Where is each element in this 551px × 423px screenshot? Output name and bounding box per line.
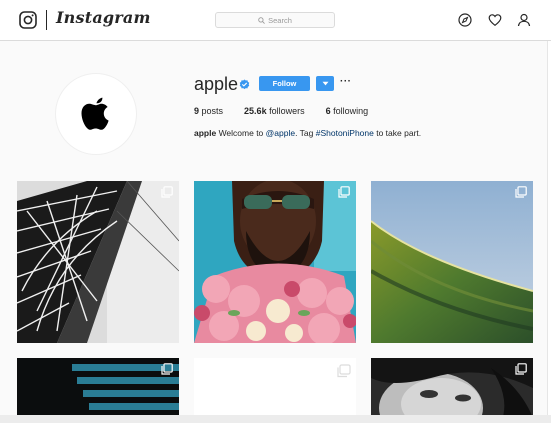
followers-label: followers [269, 106, 305, 116]
ocean-wave-photo [371, 181, 533, 343]
instagram-wordmark[interactable]: Instagram [56, 8, 151, 27]
search-icon [258, 16, 265, 24]
logo-divider [46, 10, 47, 30]
profile-bio: apple Welcome to @apple. Tag #ShotoniPho… [194, 128, 421, 138]
bio-text-after: to take part. [373, 128, 422, 138]
bio-name: apple [194, 128, 217, 138]
caret-down-icon [322, 81, 328, 86]
followers-count: 25.6k [244, 106, 267, 116]
eiffel-tower-photo [17, 181, 179, 343]
dark-stripes-photo [17, 358, 179, 423]
follow-options-button[interactable] [316, 76, 334, 91]
bio-text-mid: . Tag [295, 128, 316, 138]
post-tile-ocean-wave[interactable] [371, 181, 533, 343]
profile-stats: 9 posts 25.6k followers 6 following [194, 106, 389, 116]
posts-count: 9 [194, 106, 200, 116]
user-icon[interactable] [517, 13, 531, 27]
post-tile-eiffel-tower[interactable] [17, 181, 179, 343]
profile-avatar[interactable] [55, 73, 137, 155]
followers-stat[interactable]: 25.6k followers [244, 106, 305, 116]
multiple-photos-icon [338, 186, 350, 198]
heart-icon[interactable] [488, 13, 502, 27]
post-tile-white[interactable] [194, 358, 356, 423]
compass-icon[interactable] [458, 13, 472, 27]
man-with-roses-photo [194, 181, 356, 343]
post-tile-man-with-roses[interactable] [194, 181, 356, 343]
instagram-glyph-icon[interactable] [19, 11, 37, 29]
bio-hashtag-link[interactable]: #ShotoniPhone [316, 128, 374, 138]
following-count: 6 [325, 106, 331, 116]
multiple-photos-icon [515, 363, 527, 375]
apple-logo-icon [81, 97, 109, 130]
vertical-scrollbar[interactable] [547, 41, 551, 415]
bio-text-before: Welcome to [216, 128, 266, 138]
horizontal-scrollbar[interactable] [0, 415, 551, 423]
post-tile-dark-stripes[interactable] [17, 358, 179, 423]
profile-username: apple [194, 74, 239, 94]
search-placeholder: Search [268, 15, 292, 25]
search-input[interactable]: Search [215, 12, 335, 28]
verified-badge-icon [239, 79, 250, 90]
multiple-photos-icon [515, 186, 527, 198]
multiple-photos-icon [337, 364, 351, 378]
follow-button[interactable]: Follow [259, 76, 310, 91]
following-stat[interactable]: 6 following [326, 106, 369, 116]
multiple-photos-icon [161, 363, 173, 375]
post-tile-portrait[interactable] [371, 358, 533, 423]
posts-stat: 9 posts [194, 106, 223, 116]
bio-mention-link[interactable]: @apple [266, 128, 295, 138]
portrait-photo [371, 358, 533, 423]
multiple-photos-icon [161, 186, 173, 198]
following-label: following [333, 106, 369, 116]
more-options-button[interactable]: ··· [340, 76, 352, 87]
posts-label: posts [201, 106, 224, 116]
top-nav-bar: Instagram Search [0, 0, 551, 41]
